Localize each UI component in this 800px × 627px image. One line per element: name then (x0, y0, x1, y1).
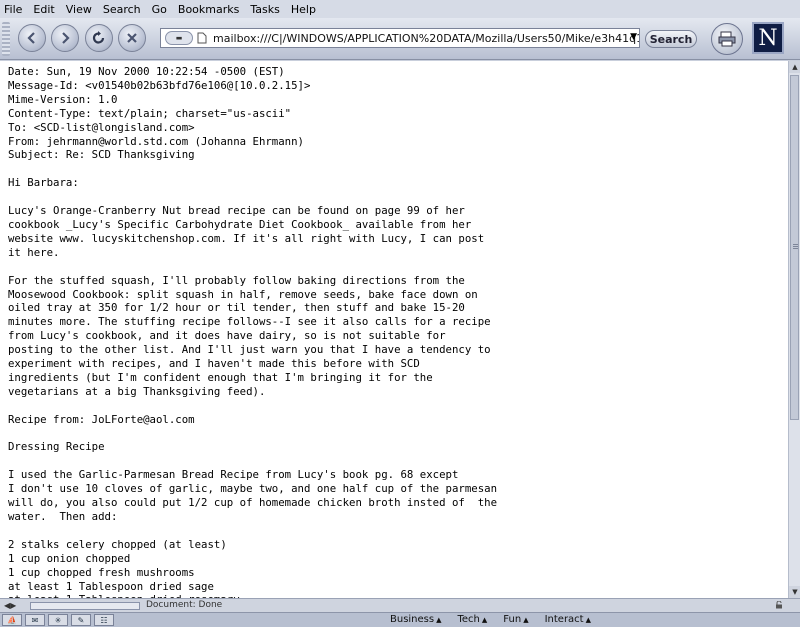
taskbar-business-link[interactable]: Business ▲ (390, 614, 442, 625)
fun-arrow-icon: ▲ (523, 616, 529, 624)
address-book-icon[interactable]: ☷ (94, 614, 114, 626)
instant-messenger-icon[interactable]: ✳ (48, 614, 68, 626)
header-date: Date: Sun, 19 Nov 2000 10:22:54 -0500 (E… (8, 65, 285, 78)
message-text: Date: Sun, 19 Nov 2000 10:22:54 -0500 (E… (8, 65, 497, 598)
navigator-icon[interactable]: ⛵ (2, 614, 22, 626)
vertical-scrollbar[interactable]: ▲ ▼ (788, 61, 800, 598)
stop-button[interactable] (118, 24, 146, 52)
header-message-id: Message-Id: <v01540b02b63bfd76e106@[10.0… (8, 78, 311, 92)
mail-icon[interactable]: ✉ (25, 614, 45, 626)
toolbar-grip[interactable] (2, 22, 10, 56)
forward-arrow-icon (62, 32, 70, 44)
menu-tasks[interactable]: Tasks (250, 3, 279, 16)
stop-x-icon (127, 33, 137, 43)
address-bar[interactable]: ▬ mailbox:///C|/WINDOWS/APPLICATION%20DA… (160, 28, 640, 48)
taskbar-interact-link[interactable]: Interact ▲ (545, 614, 591, 625)
back-button[interactable] (18, 24, 46, 52)
scroll-down-arrow-icon[interactable]: ▼ (789, 586, 800, 598)
header-mime-version: Mime-Version: 1.0 (8, 92, 118, 106)
forward-button[interactable] (51, 24, 79, 52)
taskbar-fun-link[interactable]: Fun ▲ (503, 614, 528, 625)
scroll-up-arrow-icon[interactable]: ▲ (789, 61, 800, 73)
menu-bar: File Edit View Search Go Bookmarks Tasks… (0, 0, 800, 18)
mailbox-page-icon (197, 32, 207, 44)
reload-icon (92, 31, 105, 44)
page-proxy-icon[interactable]: ▬ (165, 31, 193, 45)
security-lock-icon[interactable] (775, 601, 783, 609)
taskbar-tech-link[interactable]: Tech ▲ (458, 614, 488, 625)
component-bar: ⛵ ✉ ✳ ✎ ☷ Business ▲ Tech ▲ Fun ▲ Interact ▲ (0, 612, 800, 627)
header-subject: Subject: Re: SCD Thanksgiving (8, 148, 195, 162)
header-spacer (8, 162, 497, 176)
header-content-type: Content-Type: text/plain; charset="us-as… (8, 106, 292, 120)
menu-bookmarks[interactable]: Bookmarks (178, 3, 239, 16)
message-pane: Date: Sun, 19 Nov 2000 10:22:54 -0500 (E… (0, 61, 788, 598)
status-bar: ◀▶ Document: Done (0, 598, 800, 612)
status-text: Document: Done (146, 600, 223, 610)
menu-go[interactable]: Go (152, 3, 167, 16)
menu-edit[interactable]: Edit (33, 3, 54, 16)
menu-search[interactable]: Search (103, 3, 141, 16)
reload-button[interactable] (85, 24, 113, 52)
business-arrow-icon: ▲ (436, 616, 442, 624)
menu-file[interactable]: File (4, 3, 22, 16)
scroll-thumb[interactable] (790, 75, 799, 420)
tech-arrow-icon: ▲ (481, 616, 488, 624)
menu-view[interactable]: View (66, 3, 92, 16)
url-dropdown-icon[interactable]: ▼ (630, 32, 637, 42)
url-text[interactable]: mailbox:///C|/WINDOWS/APPLICATION%20DATA… (213, 32, 639, 45)
printer-icon (718, 31, 736, 47)
scroll-thumb-grip (793, 244, 798, 250)
print-button[interactable] (711, 23, 743, 55)
interact-arrow-icon: ▲ (585, 616, 591, 624)
netscape-logo[interactable]: N (752, 22, 784, 54)
search-button[interactable]: Search (645, 30, 697, 48)
back-arrow-icon (27, 32, 35, 44)
progress-meter (30, 602, 140, 610)
navigation-toolbar: ▬ mailbox:///C|/WINDOWS/APPLICATION%20DA… (0, 18, 800, 60)
header-from: From: jehrmann@world.std.com (Johanna Eh… (8, 134, 304, 148)
header-to: To: <SCD-list@longisland.com> (8, 120, 195, 134)
status-collapse-icon[interactable]: ◀▶ (4, 601, 16, 610)
composer-icon[interactable]: ✎ (71, 614, 91, 626)
menu-help[interactable]: Help (291, 3, 316, 16)
message-body: Hi Barbara: Lucy's Orange-Cranberry Nut … (8, 176, 498, 598)
